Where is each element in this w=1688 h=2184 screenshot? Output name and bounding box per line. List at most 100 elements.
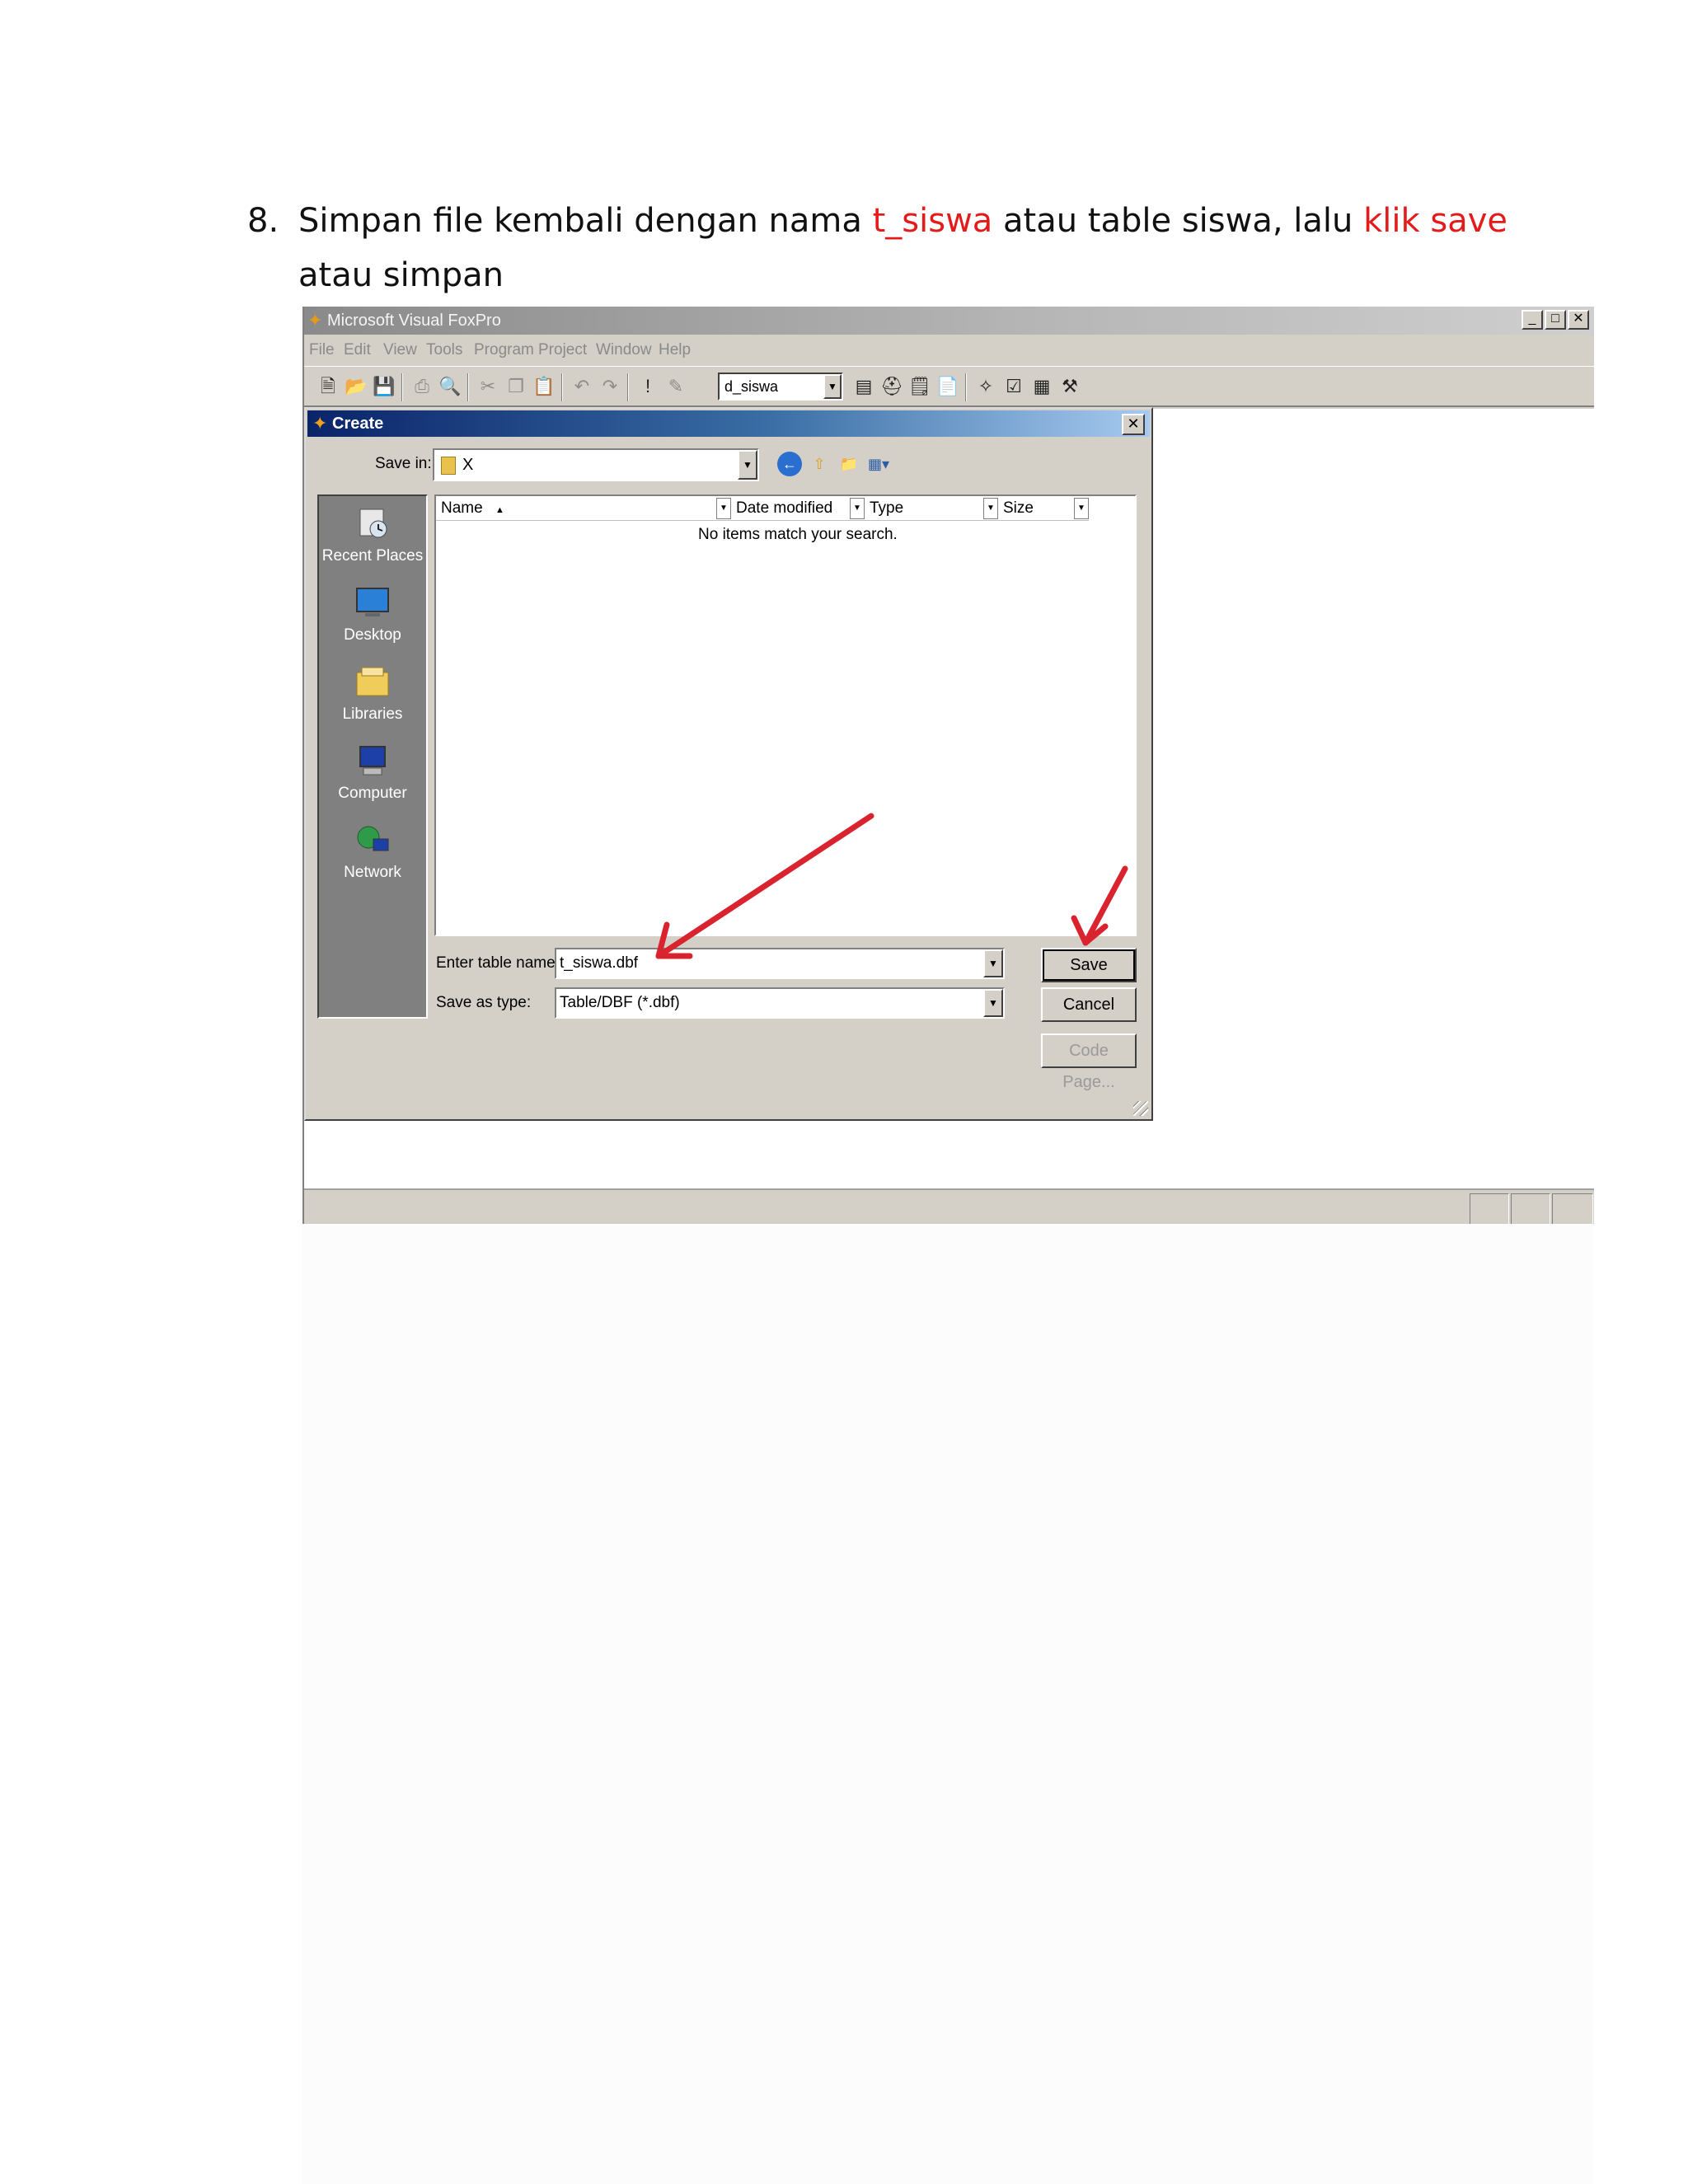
new-file-icon[interactable]: 🗎	[316, 373, 340, 400]
instruction-line-1: Simpan file kembali dengan nama t_siswa …	[298, 194, 1507, 248]
column-date-modified[interactable]: Date modified	[731, 496, 865, 521]
place-network[interactable]: Network	[319, 821, 426, 882]
menu-help[interactable]: Help	[659, 335, 691, 366]
back-icon[interactable]: ←	[777, 452, 802, 476]
redo-icon[interactable]: ↷	[598, 373, 622, 400]
save-in-combo[interactable]: X ▼	[433, 448, 759, 481]
code-page-button[interactable]: Code Page...	[1041, 1033, 1137, 1091]
network-icon	[357, 826, 389, 851]
instruction-text-prefix: Simpan file kembali dengan nama	[298, 202, 873, 240]
component-gallery-icon[interactable]: ▦	[1029, 373, 1054, 400]
menu-bar: File Edit View Tools Program Project Win…	[304, 335, 1594, 366]
chevron-down-icon[interactable]: ▼	[983, 498, 998, 519]
print-icon[interactable]: ⎙	[410, 373, 434, 400]
form-wizard-icon[interactable]: 🗒	[907, 373, 932, 400]
column-name-label: Name	[441, 499, 483, 517]
status-bar	[304, 1188, 1594, 1224]
page-background-strip	[302, 1224, 1594, 2184]
paste-icon[interactable]: 📋	[532, 373, 556, 400]
recent-places-icon	[359, 509, 387, 538]
table-name-label: Enter table name:	[436, 954, 560, 972]
create-dialog: ✦ Create ✕ Save in: X ▼ ← ⇧ 📁 ▦▾ Recent …	[304, 407, 1153, 1121]
modify-form-icon[interactable]: ✎	[663, 373, 688, 400]
toolbar-separator	[561, 373, 563, 401]
step-number: 8.	[247, 202, 279, 240]
menu-program[interactable]: Program	[474, 335, 534, 366]
instruction-text-middle: atau table siswa, lalu	[992, 202, 1364, 240]
cancel-button[interactable]: Cancel	[1041, 987, 1137, 1022]
database-combo[interactable]: d_siswa ▼	[718, 373, 843, 401]
place-label: Libraries	[342, 705, 403, 723]
app-title-bar: ✦ Microsoft Visual FoxPro _ □ ✕	[304, 307, 1594, 335]
save-type-label: Save as type:	[436, 994, 532, 1011]
file-list[interactable]: Name ▲ ▼ Date modified ▼ Type ▼ Size ▼ N…	[434, 494, 1137, 936]
print-preview-icon[interactable]: 🔍	[438, 373, 462, 400]
instruction-line-2: atau simpan	[298, 256, 504, 294]
column-type[interactable]: Type	[865, 496, 998, 521]
place-computer[interactable]: Computer	[319, 742, 426, 803]
menu-edit[interactable]: Edit	[344, 335, 371, 366]
copy-icon[interactable]: ❐	[504, 373, 528, 400]
desktop-icon	[356, 588, 389, 616]
chevron-down-icon[interactable]: ▼	[738, 450, 757, 480]
dialog-close-button[interactable]: ✕	[1122, 414, 1145, 435]
sort-ascending-icon: ▲	[495, 505, 504, 515]
new-folder-icon[interactable]: 📁	[837, 452, 861, 476]
dialog-title-bar: ✦ Create ✕	[307, 410, 1150, 437]
menu-project[interactable]: Project	[538, 335, 587, 366]
chevron-down-icon[interactable]: ▼	[983, 949, 1003, 977]
status-pane	[1470, 1193, 1509, 1224]
status-pane	[1552, 1193, 1593, 1224]
app-title: Microsoft Visual FoxPro	[327, 312, 501, 330]
save-in-label: Save in:	[375, 455, 432, 472]
menu-file[interactable]: File	[309, 335, 335, 366]
resize-grip[interactable]	[1133, 1101, 1148, 1116]
minimize-button[interactable]: _	[1522, 310, 1543, 330]
column-size-label: Size	[1003, 499, 1034, 517]
column-type-label: Type	[870, 499, 904, 517]
menu-view[interactable]: View	[383, 335, 417, 366]
restore-button[interactable]: □	[1545, 310, 1566, 330]
chevron-down-icon[interactable]: ▼	[850, 498, 865, 519]
database-combo-value: d_siswa	[724, 378, 779, 395]
place-desktop[interactable]: Desktop	[319, 583, 426, 644]
close-app-button[interactable]: ✕	[1568, 310, 1589, 330]
run-icon[interactable]: !	[635, 373, 660, 400]
toolbar-separator	[467, 373, 469, 401]
place-libraries[interactable]: Libraries	[319, 663, 426, 724]
view-menu-icon[interactable]: ▦▾	[866, 452, 891, 476]
up-folder-icon[interactable]: ⇧	[807, 452, 832, 476]
save-type-select[interactable]: Table/DBF (*.dbf) ▼	[555, 987, 1005, 1019]
command-window-icon[interactable]: ▤	[851, 373, 876, 400]
table-name-input[interactable]: t_siswa.dbf ▼	[555, 948, 1005, 979]
table-name-value: t_siswa.dbf	[560, 954, 639, 972]
open-folder-icon[interactable]: 📂	[344, 373, 368, 400]
computer-icon	[359, 746, 386, 776]
place-label: Desktop	[344, 626, 401, 644]
tools-icon[interactable]: ⚒	[1057, 373, 1082, 400]
save-type-value: Table/DBF (*.dbf)	[560, 994, 680, 1011]
save-icon[interactable]: 💾	[372, 373, 396, 400]
place-label: Recent Places	[321, 547, 424, 565]
undo-icon[interactable]: ↶	[570, 373, 594, 400]
code-references-icon[interactable]: ✧	[973, 373, 998, 400]
menu-window[interactable]: Window	[596, 335, 652, 366]
cut-icon[interactable]: ✂	[476, 373, 500, 400]
foxpro-logo-icon: ✦	[307, 310, 323, 330]
chevron-down-icon[interactable]: ▼	[716, 498, 731, 519]
toolbar-separator	[627, 373, 629, 401]
report-icon[interactable]: 📄	[935, 373, 960, 400]
class-browser-icon[interactable]: ☑	[1001, 373, 1026, 400]
column-name[interactable]: Name ▲	[436, 496, 731, 521]
menu-tools[interactable]: Tools	[426, 335, 462, 366]
chevron-down-icon[interactable]: ▼	[983, 989, 1003, 1017]
chevron-down-icon[interactable]: ▼	[823, 374, 842, 399]
chevron-down-icon[interactable]: ▼	[1074, 498, 1089, 519]
save-button[interactable]: Save	[1041, 948, 1137, 982]
foxpro-screenshot: ✦ Microsoft Visual FoxPro _ □ ✕ File Edi…	[302, 307, 1594, 1224]
highlight-click-save: klik save	[1363, 202, 1507, 240]
foxpro-logo-icon: ✦	[312, 413, 328, 434]
folder-icon	[441, 457, 456, 475]
place-recent[interactable]: Recent Places	[319, 504, 426, 565]
data-session-icon[interactable]: ⛑	[879, 373, 904, 400]
